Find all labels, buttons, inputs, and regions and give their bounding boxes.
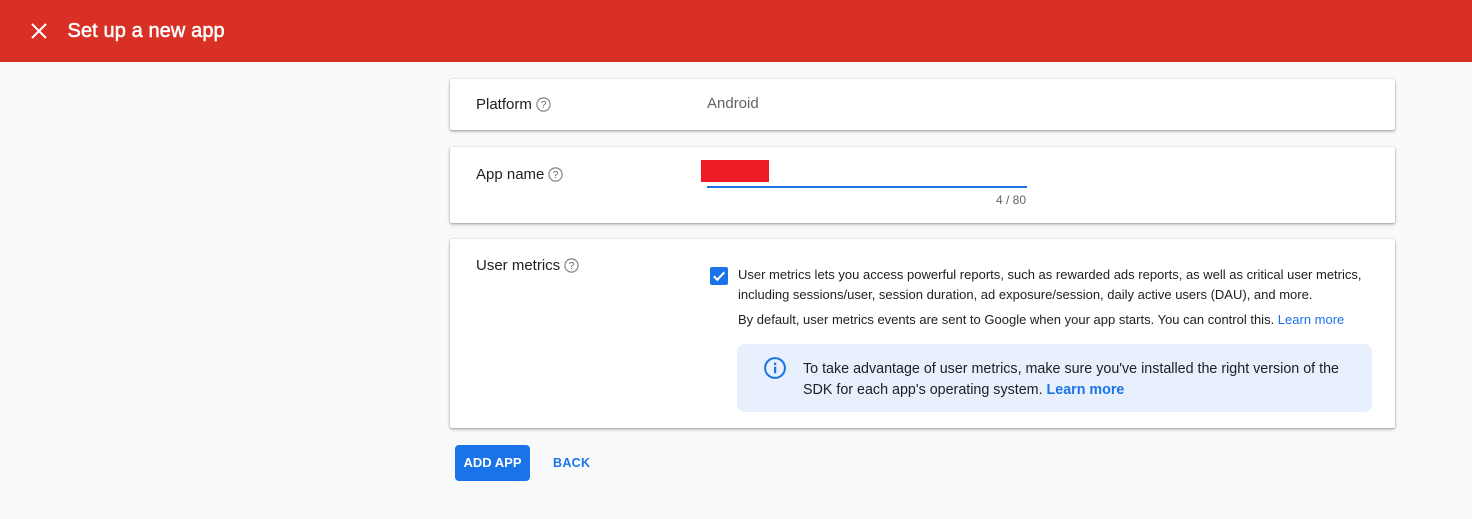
svg-text:?: ? xyxy=(553,170,559,181)
svg-text:?: ? xyxy=(569,261,575,272)
svg-text:?: ? xyxy=(541,100,547,111)
